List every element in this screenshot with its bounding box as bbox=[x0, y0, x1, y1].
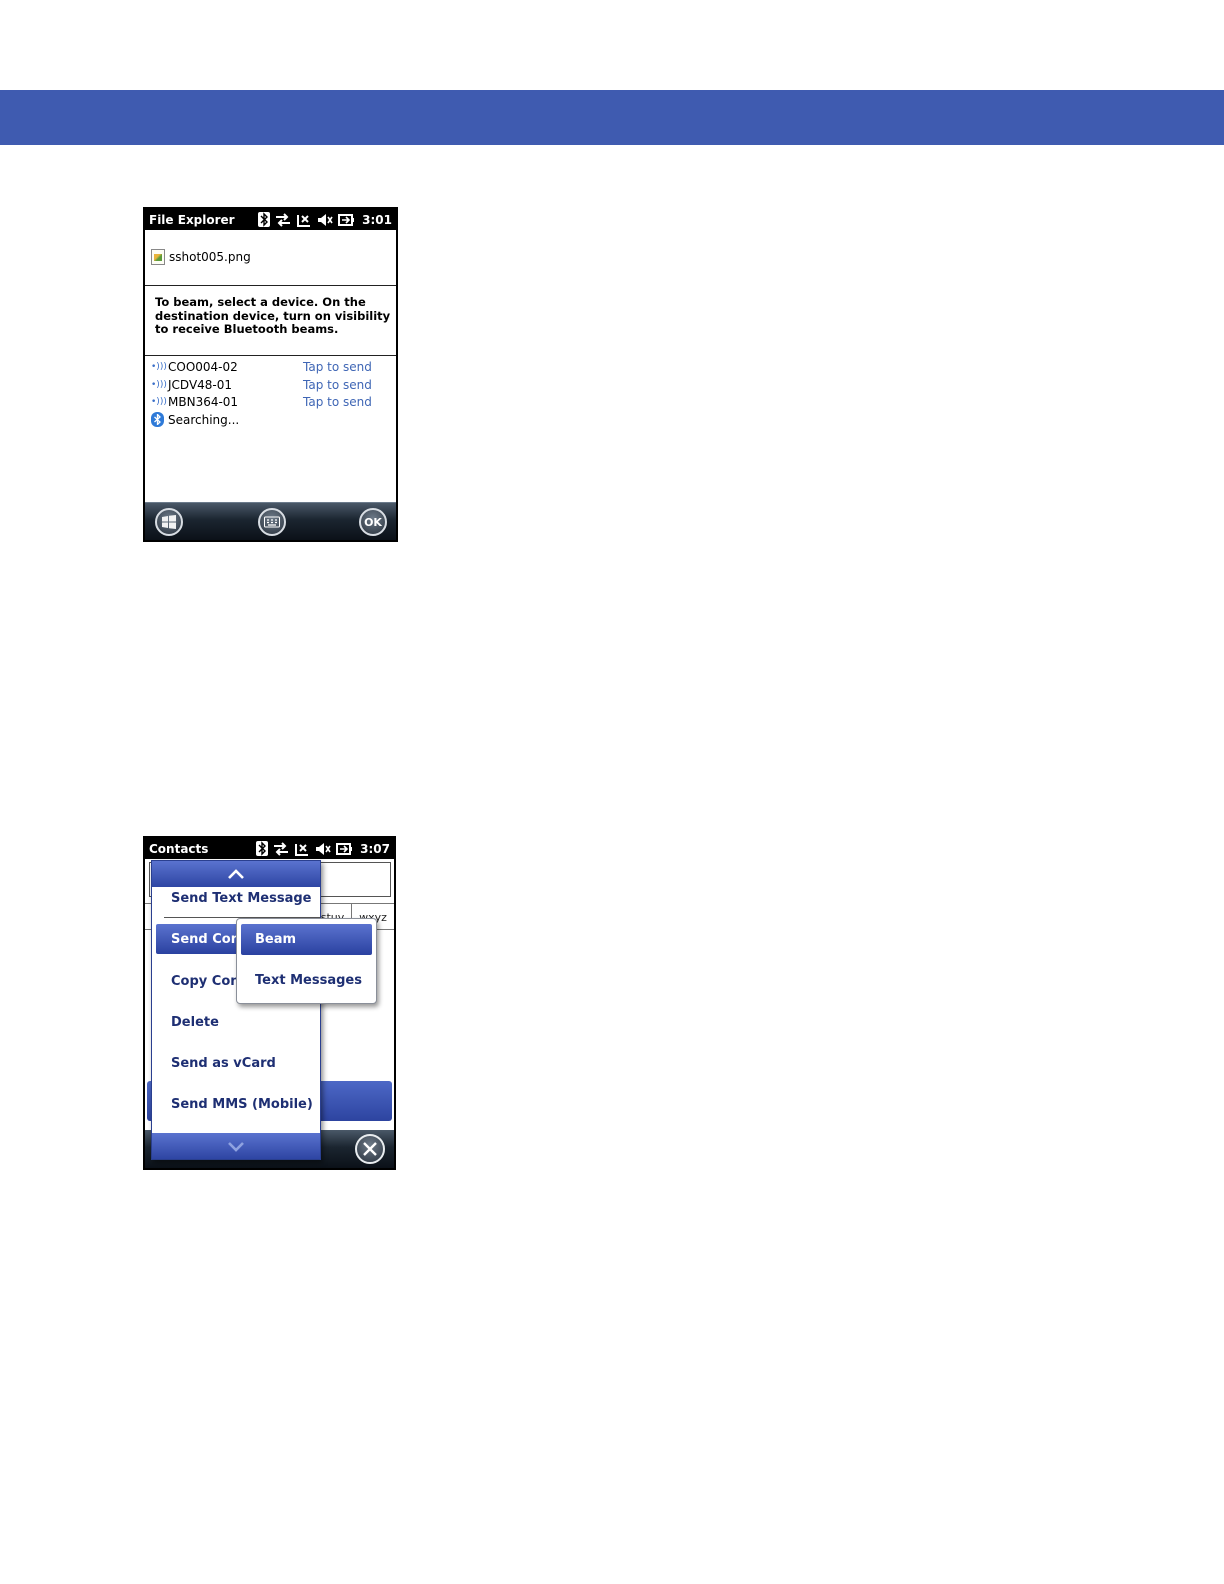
beam-instructions: To beam, select a device. On the destina… bbox=[155, 295, 391, 336]
clock: 3:01 bbox=[362, 212, 392, 227]
windows-logo-icon bbox=[162, 515, 176, 529]
send-contact-submenu: Beam Text Messages bbox=[236, 918, 377, 1004]
device-name: MBN364-01 bbox=[168, 394, 239, 409]
divider bbox=[145, 355, 396, 356]
clock: 3:07 bbox=[360, 841, 390, 856]
menu-item-send-mms[interactable]: Send MMS (Mobile) bbox=[152, 1089, 320, 1119]
submenu-item-beam[interactable]: Beam bbox=[241, 924, 372, 955]
keyboard-button[interactable] bbox=[258, 508, 286, 536]
bluetooth-icon bbox=[258, 212, 271, 227]
sync-arrows-icon bbox=[274, 841, 289, 856]
image-file-icon bbox=[151, 249, 165, 265]
tap-to-send-link[interactable]: Tap to send bbox=[303, 395, 372, 409]
chevron-down-icon bbox=[228, 1142, 244, 1152]
submenu-item-text-messages[interactable]: Text Messages bbox=[241, 965, 372, 996]
device-row[interactable]: •))) COO004-02 Tap to send bbox=[151, 358, 391, 375]
file-name: sshot005.png bbox=[169, 250, 251, 264]
menu-scroll-down[interactable] bbox=[152, 1133, 320, 1159]
chevron-up-icon bbox=[228, 869, 244, 879]
no-signal-icon bbox=[295, 843, 309, 856]
context-menu: Send Text Message Send Cont Copy Cont De… bbox=[151, 860, 321, 1160]
softkey-bar: OK bbox=[145, 502, 396, 540]
keyboard-icon bbox=[264, 516, 280, 528]
file-item: sshot005.png bbox=[151, 249, 251, 265]
searching-status: Searching... bbox=[168, 412, 240, 427]
manual-page: File Explorer 3:01 sshot005.png To beam,… bbox=[0, 0, 1224, 1584]
bluetooth-icon bbox=[151, 412, 164, 427]
beam-screen: File Explorer 3:01 sshot005.png To beam,… bbox=[143, 207, 398, 542]
status-bar: Contacts 3:07 bbox=[145, 838, 394, 859]
infrared-device-icon: •))) bbox=[151, 396, 167, 407]
no-signal-icon bbox=[297, 214, 311, 227]
tap-to-send-link[interactable]: Tap to send bbox=[303, 360, 372, 374]
app-title: File Explorer bbox=[149, 212, 235, 227]
device-row[interactable]: •))) JCDV48-01 Tap to send bbox=[151, 376, 391, 393]
bluetooth-icon bbox=[256, 841, 269, 856]
app-title: Contacts bbox=[149, 841, 209, 856]
device-name: COO004-02 bbox=[168, 359, 238, 374]
start-button[interactable] bbox=[155, 508, 183, 536]
battery-icon bbox=[338, 213, 355, 226]
close-button[interactable] bbox=[355, 1134, 385, 1164]
menu-item-send-as-vcard[interactable]: Send as vCard bbox=[152, 1048, 320, 1078]
header-band bbox=[0, 90, 1224, 145]
device-name: JCDV48-01 bbox=[168, 377, 233, 392]
menu-item-delete[interactable]: Delete bbox=[152, 1007, 320, 1037]
close-icon bbox=[363, 1142, 377, 1156]
infrared-device-icon: •))) bbox=[151, 361, 167, 372]
battery-icon bbox=[336, 842, 353, 855]
device-row[interactable]: •))) MBN364-01 Tap to send bbox=[151, 393, 391, 410]
menu-item-send-text-message[interactable]: Send Text Message bbox=[152, 883, 320, 913]
volume-muted-icon bbox=[316, 842, 331, 855]
contacts-screen: Contacts 3:07 stuv wxyz bbox=[143, 836, 396, 1170]
infrared-device-icon: •))) bbox=[151, 379, 167, 390]
tap-to-send-link[interactable]: Tap to send bbox=[303, 378, 372, 392]
searching-row: Searching... bbox=[151, 411, 391, 428]
ok-button[interactable]: OK bbox=[359, 508, 387, 536]
sync-arrows-icon bbox=[276, 212, 291, 227]
volume-muted-icon bbox=[318, 213, 333, 226]
divider bbox=[145, 285, 396, 286]
status-bar: File Explorer 3:01 bbox=[145, 209, 396, 230]
